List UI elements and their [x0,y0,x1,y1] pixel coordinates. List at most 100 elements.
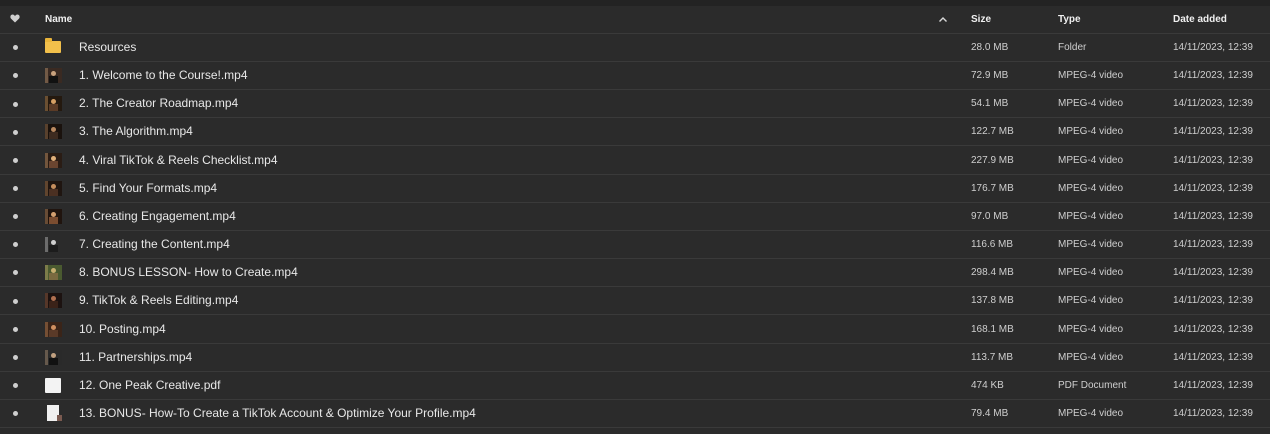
favorite-toggle[interactable] [0,62,30,89]
video-thumbnail-icon [45,231,63,258]
file-size: 79.4 MB [971,407,1009,419]
bullet-dot-icon [12,157,18,163]
file-date-added: 14/11/2023, 12:39 [1173,98,1253,110]
file-size: 54.1 MB [971,98,1009,110]
file-type: Folder [1058,42,1087,53]
table-row[interactable]: 9. TikTok & Reels Editing.mp4 137.8 MB MPE… [0,287,1270,316]
favorite-toggle[interactable] [0,372,30,399]
table-row[interactable]: 5. Find Your Formats.mp4 176.7 MB MPEG-4 v… [0,175,1270,203]
bullet-dot-icon [12,298,18,304]
bullet-dot-icon [12,214,18,220]
file-type: MPEG-4 video [1058,239,1124,251]
video-thumbnail-icon [45,344,63,371]
video-thumbnail-icon [45,62,63,89]
table-row[interactable]: 8. BONUS LESSON- How to Create.mp4 298.4 … [0,259,1270,288]
favorite-toggle[interactable] [0,344,30,371]
file-size: 168.1 MB [971,323,1014,335]
column-header-name[interactable]: Name [45,6,905,33]
file-name: 3. The Algorithm.mp4 [79,124,193,139]
file-size: 137.8 MB [971,295,1014,307]
heart-icon [10,14,20,23]
file-date-added: 14/11/2023, 12:39 [1173,42,1253,53]
bullet-dot-icon [12,383,18,389]
file-name: 7. Creating the Content.mp4 [79,237,230,252]
bullet-dot-icon [12,326,18,332]
column-header-type[interactable]: Type [1058,6,1163,33]
table-row[interactable]: 2. The Creator Roadmap.mp4 54.1 MB MPEG-4 … [0,90,1270,119]
favorite-column-header[interactable] [0,6,30,33]
video-thumbnail-icon [45,175,63,202]
file-size: 113.7 MB [971,351,1014,363]
favorite-toggle[interactable] [0,147,30,174]
file-name: 10. Posting.mp4 [79,321,166,336]
table-row[interactable]: 11. Partnerships.mp4 113.7 MB MPEG-4 video… [0,344,1270,372]
video-thumbnail-icon [45,118,63,145]
file-type: MPEG-4 video [1058,126,1124,138]
file-size: 227.9 MB [971,154,1014,166]
table-row[interactable]: Resources 28.0 MB Folder 14/11/2023, 12:39 [0,34,1270,62]
table-row[interactable]: 13. BONUS- How-To Create a TikTok Accoun… [0,400,1270,428]
column-header-row: Name Size Type Date added [0,6,1270,34]
favorite-toggle[interactable] [0,175,30,202]
table-row[interactable]: 7. Creating the Content.mp4 116.6 MB MPEG-… [0,231,1270,260]
file-type: MPEG-4 video [1058,182,1124,194]
favorite-toggle[interactable] [0,118,30,145]
file-name: 13. BONUS- How-To Create a TikTok Accoun… [79,405,476,420]
file-date-added: 14/11/2023, 12:39 [1173,70,1253,82]
file-date-added: 14/11/2023, 12:39 [1173,351,1253,363]
file-type: MPEG-4 video [1058,295,1124,307]
file-name: 4. Viral TikTok & Reels Checklist.mp4 [79,152,278,167]
bullet-dot-icon [12,354,18,360]
favorite-toggle[interactable] [0,400,30,427]
file-size: 176.7 MB [971,182,1014,194]
bullet-dot-icon [12,242,18,248]
table-row[interactable]: 4. Viral TikTok & Reels Checklist.mp4 227… [0,147,1270,175]
pdf-document-icon [45,372,63,399]
favorite-toggle[interactable] [0,34,30,61]
file-type: MPEG-4 video [1058,70,1124,82]
favorite-toggle[interactable] [0,90,30,117]
video-thumbnail-icon [45,147,63,174]
video-thumbnail-icon [45,316,63,343]
file-name: Resources [79,40,137,54]
file-name: 8. BONUS LESSON- How to Create.mp4 [79,265,298,280]
file-type: MPEG-4 video [1058,267,1124,279]
file-date-added: 14/11/2023, 12:39 [1173,182,1253,194]
favorite-toggle[interactable] [0,316,30,343]
folder-icon [45,34,63,61]
table-row[interactable]: 6. Creating Engagement.mp4 97.0 MB MPEG-4 … [0,203,1270,231]
video-thumbnail-icon [45,400,63,427]
file-name: 2. The Creator Roadmap.mp4 [79,96,239,111]
table-row[interactable]: 10. Posting.mp4 168.1 MB MPEG-4 video 14/11… [0,316,1270,344]
file-date-added: 14/11/2023, 12:39 [1173,323,1253,335]
file-size: 474 KB [971,379,1004,391]
column-header-date-added[interactable]: Date added [1173,6,1270,33]
bullet-dot-icon [12,45,18,51]
file-type: MPEG-4 video [1058,154,1124,166]
file-date-added: 14/11/2023, 12:39 [1173,239,1253,251]
file-size: 116.6 MB [971,239,1014,251]
favorite-toggle[interactable] [0,287,30,314]
file-size: 97.0 MB [971,210,1009,222]
file-type: PDF Document [1058,379,1127,391]
favorite-toggle[interactable] [0,259,30,286]
sort-ascending-icon[interactable] [936,6,950,33]
file-name: 5. Find Your Formats.mp4 [79,180,218,195]
file-type: MPEG-4 video [1058,351,1124,363]
file-type: MPEG-4 video [1058,323,1124,335]
bullet-dot-icon [12,129,18,135]
table-row[interactable]: 1. Welcome to the Course!.mp4 72.9 MB MPEG… [0,62,1270,91]
file-date-added: 14/11/2023, 12:39 [1173,267,1253,279]
bullet-dot-icon [12,411,18,417]
favorite-toggle[interactable] [0,231,30,258]
video-thumbnail-icon [45,203,63,230]
table-row[interactable]: 12. One Peak Creative.pdf 474 KB PDF Docum… [0,372,1270,400]
video-thumbnail-icon [45,90,63,117]
favorite-toggle[interactable] [0,203,30,230]
file-size: 122.7 MB [971,126,1014,138]
column-header-size[interactable]: Size [971,6,1051,33]
file-name: 1. Welcome to the Course!.mp4 [79,68,248,83]
file-size: 72.9 MB [971,70,1009,82]
table-row[interactable]: 3. The Algorithm.mp4 122.7 MB MPEG-4 video… [0,118,1270,147]
file-date-added: 14/11/2023, 12:39 [1173,210,1253,222]
